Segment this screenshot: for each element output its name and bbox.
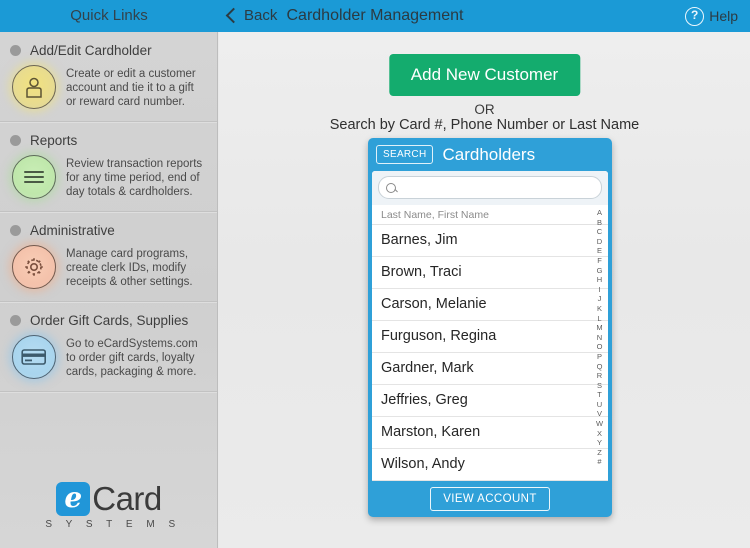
cardholders-panel-title: Cardholders — [442, 144, 536, 164]
list-item[interactable]: Wilson, Andy — [372, 449, 608, 481]
alphabet-index-letter[interactable]: N — [597, 333, 602, 343]
alphabet-index-letter[interactable]: O — [597, 342, 603, 352]
top-navigation-bar: Quick Links Back Cardholder Management ?… — [0, 0, 750, 32]
alphabet-index-letter[interactable]: B — [597, 218, 602, 228]
list-item[interactable]: Brown, Traci — [372, 257, 608, 289]
alphabet-index-letter[interactable]: G — [597, 266, 603, 276]
ecard-systems-logo: e Card S Y S T E M S — [0, 480, 218, 530]
alphabet-index-letter[interactable]: X — [597, 429, 602, 439]
sidebar-item-reports[interactable]: Reports Review transaction reports for a… — [0, 122, 217, 212]
alphabet-index-letter[interactable]: M — [596, 323, 602, 333]
list-item[interactable]: Carson, Melanie — [372, 289, 608, 321]
main-content: Add New Customer OR Search by Card #, Ph… — [219, 32, 750, 548]
alphabet-index-letter[interactable]: Z — [597, 448, 602, 458]
list-item[interactable]: Barnes, Jim — [372, 225, 608, 257]
alphabet-index-letter[interactable]: W — [596, 419, 603, 429]
sidebar-item-header: Administrative — [10, 223, 207, 238]
sidebar-item-description: Review transaction reports for any time … — [66, 158, 203, 198]
sidebar-item-body: Create or edit a customer account and ti… — [10, 65, 207, 109]
sidebar-item-title: Order Gift Cards, Supplies — [30, 313, 189, 328]
bullet-icon — [10, 225, 21, 236]
alphabet-index-letter[interactable]: T — [597, 390, 602, 400]
cardholders-panel-body: Last Name, First Name Barnes, Jim Brown,… — [372, 171, 608, 481]
search-hint-label: Search by Card #, Phone Number or Last N… — [329, 117, 640, 133]
logo-card-text: Card — [92, 480, 162, 517]
sidebar-item-add-edit-cardholder[interactable]: Add/Edit Cardholder Create or edit a cus… — [0, 32, 217, 122]
alphabet-index-letter[interactable]: C — [597, 227, 602, 237]
alphabet-index[interactable]: A B C D E F G H I J K L M N O P Q R S T U V W X Y Z # — [593, 208, 606, 467]
sidebar-item-order-gift-cards[interactable]: Order Gift Cards, Supplies Go to eCardSy… — [0, 302, 217, 392]
sidebar-item-description: Create or edit a customer account and ti… — [66, 68, 196, 108]
back-button-label: Back — [244, 7, 278, 24]
list-item[interactable]: Furguson, Regina — [372, 321, 608, 353]
alphabet-index-letter[interactable]: A — [597, 208, 602, 218]
list-item[interactable]: Marston, Karen — [372, 417, 608, 449]
sidebar-item-header: Add/Edit Cardholder — [10, 43, 207, 58]
alphabet-index-letter[interactable]: K — [597, 304, 602, 314]
sidebar-item-header: Reports — [10, 133, 207, 148]
search-icon — [386, 182, 396, 193]
search-button[interactable]: SEARCH — [376, 145, 434, 164]
cardholders-panel-header: SEARCH Cardholders — [368, 138, 612, 171]
person-icon — [12, 65, 56, 109]
alphabet-index-letter[interactable]: J — [598, 294, 602, 304]
alphabet-index-letter[interactable]: H — [597, 275, 602, 285]
sidebar: Add/Edit Cardholder Create or edit a cus… — [0, 32, 218, 548]
credit-card-icon — [12, 335, 56, 379]
sidebar-item-title: Administrative — [30, 223, 115, 238]
alphabet-index-letter[interactable]: L — [597, 314, 601, 324]
lines-icon-glyph — [24, 169, 44, 186]
list-item[interactable]: Jeffries, Greg — [372, 385, 608, 417]
search-input[interactable] — [401, 180, 585, 195]
logo-e-mark: e — [56, 482, 91, 516]
logo-wordmark: e Card — [56, 480, 162, 518]
sidebar-item-title: Add/Edit Cardholder — [30, 43, 152, 58]
logo-tagline: S Y S T E M S — [45, 519, 181, 530]
help-button[interactable]: ? Help — [685, 0, 738, 32]
alphabet-index-letter[interactable]: U — [597, 400, 602, 410]
chevron-left-icon — [225, 7, 242, 24]
bullet-icon — [10, 45, 21, 56]
alphabet-index-letter[interactable]: # — [597, 457, 601, 467]
or-label: OR — [474, 102, 495, 117]
alphabet-index-letter[interactable]: V — [597, 409, 602, 419]
alphabet-index-letter[interactable]: I — [598, 285, 600, 295]
alphabet-index-letter[interactable]: S — [597, 381, 602, 391]
cardholders-list: Last Name, First Name Barnes, Jim Brown,… — [372, 205, 608, 481]
alphabet-index-letter[interactable]: D — [597, 237, 602, 247]
alphabet-index-letter[interactable]: Y — [597, 438, 602, 448]
alphabet-index-letter[interactable]: Q — [597, 362, 603, 372]
gear-icon — [12, 245, 56, 289]
bullet-icon — [10, 315, 21, 326]
cardholders-panel-footer: VIEW ACCOUNT — [368, 481, 612, 517]
sidebar-item-header: Order Gift Cards, Supplies — [10, 313, 207, 328]
alphabet-index-letter[interactable]: E — [597, 246, 602, 256]
sidebar-item-description: Go to eCardSystems.com to order gift car… — [66, 338, 198, 378]
alphabet-index-letter[interactable]: R — [597, 371, 602, 381]
quick-links-label[interactable]: Quick Links — [0, 0, 218, 32]
sidebar-item-administrative[interactable]: Administrative Manage card programs, cre… — [0, 212, 217, 302]
lines-icon — [12, 155, 56, 199]
add-new-customer-button[interactable]: Add New Customer — [388, 54, 581, 96]
search-row — [372, 171, 608, 205]
alphabet-index-letter[interactable]: P — [597, 352, 602, 362]
help-button-label: Help — [709, 8, 738, 24]
view-account-button[interactable]: VIEW ACCOUNT — [430, 487, 550, 511]
app-window: Quick Links Back Cardholder Management ?… — [0, 0, 750, 548]
sidebar-item-body: Go to eCardSystems.com to order gift car… — [10, 335, 207, 379]
list-column-header: Last Name, First Name — [372, 205, 608, 225]
question-circle-icon: ? — [685, 6, 705, 26]
alphabet-index-letter[interactable]: F — [597, 256, 602, 266]
back-button[interactable]: Back — [225, 0, 278, 32]
cardholders-panel: SEARCH Cardholders Last Name, First Name… — [368, 138, 612, 517]
sidebar-item-body: Review transaction reports for any time … — [10, 155, 207, 199]
bullet-icon — [10, 135, 21, 146]
sidebar-item-description: Manage card programs, create clerk IDs, … — [66, 248, 193, 288]
search-field[interactable] — [378, 176, 602, 199]
sidebar-item-title: Reports — [30, 133, 78, 148]
sidebar-item-body: Manage card programs, create clerk IDs, … — [10, 245, 207, 289]
list-item[interactable]: Gardner, Mark — [372, 353, 608, 385]
